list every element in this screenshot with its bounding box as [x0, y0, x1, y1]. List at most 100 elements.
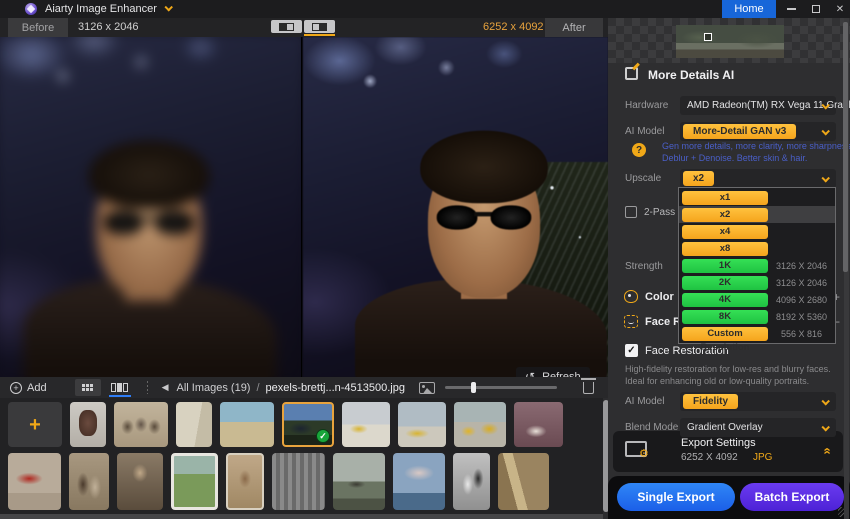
upscale-option-resolution: 8192 X 5360 [775, 311, 828, 322]
minimize-icon [786, 8, 796, 10]
split-view-icon [279, 22, 294, 31]
thumbnail-yellow-trucks[interactable] [454, 402, 506, 447]
thumbnail-size-slider[interactable] [445, 382, 557, 393]
filmstrip-row-1: + ✓ [0, 402, 563, 447]
minimize-button[interactable] [780, 0, 802, 18]
thumbnail-car-plane[interactable] [398, 402, 446, 447]
maximize-button[interactable] [805, 0, 827, 18]
thumbnail-group-sepia[interactable] [114, 402, 168, 447]
plus-icon: + [29, 413, 41, 436]
upscale-label: Upscale [625, 173, 662, 184]
grid-view-icon [82, 384, 94, 391]
app-logo-icon [25, 3, 37, 15]
hardware-select[interactable]: AMD Radeon(TM) RX Vega 11 Graphics [680, 96, 850, 115]
thumbnail-car-grass[interactable]: ✓ [282, 402, 334, 447]
navigator-thumbnail [676, 25, 784, 58]
section-title: More Details AI [648, 68, 735, 82]
thumbnail-white-beetle[interactable] [514, 402, 563, 447]
selected-check-icon: ✓ [316, 429, 330, 443]
image-viewer: ↺ Refresh 169% [0, 37, 608, 377]
help-icon[interactable]: ? [632, 143, 646, 157]
upscale-option-1k[interactable]: 1K 3126 X 2046 [679, 257, 835, 274]
thumbnail-polaroid-field[interactable] [171, 453, 218, 510]
thumbnail-old-couple[interactable] [69, 453, 109, 510]
ai-model-chevron-icon [821, 126, 830, 136]
thumbnail-aerial-road[interactable] [498, 453, 549, 510]
color-label: Color [645, 290, 674, 303]
thumbnail-wedding[interactable] [453, 453, 490, 510]
add-image-tile[interactable]: + [8, 402, 62, 447]
upscale-option-8k[interactable]: 8K 8192 X 5360 [679, 308, 835, 325]
after-tab[interactable]: After [545, 18, 603, 37]
side-by-side-view-button[interactable] [304, 20, 335, 36]
app-menu-chevron-icon[interactable] [164, 2, 173, 12]
before-size: 3126 x 2046 [78, 21, 139, 33]
upscale-option-2k[interactable]: 2K 3126 X 2046 [679, 274, 835, 291]
export-size: 6252 X 4092 [681, 452, 738, 463]
export-settings-card[interactable]: ⚙ Export Settings 6252 X 4092 JPG « [613, 431, 843, 472]
thumbnail-cliff-house[interactable] [333, 453, 385, 510]
compare-bar: Before 3126 x 2046 6252 x 4092 After [0, 18, 608, 37]
toolbar-divider [146, 381, 148, 394]
refresh-button[interactable]: ↺ Refresh [516, 367, 591, 378]
delete-image-icon[interactable] [581, 377, 596, 394]
thumbnail-red-car[interactable] [8, 453, 61, 510]
more-details-icon [625, 67, 638, 80]
upscale-option-resolution: 3126 X 2046 [775, 260, 828, 271]
grid-view-button[interactable] [74, 379, 101, 396]
upscale-option-custom-resolution[interactable]: Custom Resolution 556 X 816 [679, 325, 835, 353]
thumbnail-woman-portrait[interactable] [117, 453, 163, 510]
before-image[interactable] [0, 37, 302, 377]
navigator-crop-indicator[interactable] [704, 33, 712, 41]
refresh-icon: ↺ [525, 369, 536, 378]
filmstrip-horizontal-scrollbar[interactable] [0, 514, 603, 519]
face-restoration-icon [624, 315, 638, 328]
fr-ai-model-select[interactable]: Fidelity [680, 392, 836, 411]
upscale-option-x2[interactable]: x2 [679, 206, 835, 223]
face-restoration-checkbox[interactable]: ✓ [625, 344, 638, 357]
gear-icon: ⚙ [639, 448, 649, 460]
collapse-chevrons-icon[interactable]: « [820, 447, 835, 453]
back-arrow-icon[interactable]: ◀ [162, 382, 169, 393]
thumbnail-size-slider-handle[interactable] [471, 382, 476, 393]
blend-mode-select[interactable]: Gradient Overlay [680, 418, 836, 437]
upscale-option-4k[interactable]: 4K 4096 X 2680 [679, 291, 835, 308]
home-button[interactable]: Home [722, 0, 776, 18]
fr-ai-model-label: AI Model [625, 396, 665, 407]
panel-scrollbar-thumb[interactable] [843, 22, 848, 272]
fr-ai-model-chevron-icon [821, 396, 830, 406]
thumbnail-group-bw[interactable] [272, 453, 325, 510]
upscale-option-x8[interactable]: x8 [679, 240, 835, 257]
navigator-preview[interactable] [608, 18, 850, 63]
before-tab[interactable]: Before [8, 18, 68, 37]
two-pass-checkbox[interactable] [625, 206, 637, 218]
upscale-option-x1[interactable]: x1 [679, 189, 835, 206]
single-export-button[interactable]: Single Export [617, 483, 735, 511]
all-images-breadcrumb[interactable]: All Images (19) [177, 382, 251, 394]
thumbnail-woman-hat[interactable] [226, 453, 264, 510]
after-image[interactable] [303, 37, 608, 377]
thumbnail-clouds-sea[interactable] [393, 453, 445, 510]
upscale-option-pill: 8K [682, 309, 768, 324]
add-label: Add [27, 381, 47, 394]
thumbnail-beach[interactable] [220, 402, 274, 447]
upscale-option-x4[interactable]: x4 [679, 223, 835, 240]
upscale-option-pill: x2 [682, 207, 768, 222]
thumbnail-car-sand[interactable] [342, 402, 390, 447]
upscale-select[interactable]: x2 [680, 169, 836, 188]
batch-export-button[interactable]: Batch Export [740, 483, 844, 511]
thumbnail-old-vertical[interactable] [176, 402, 212, 447]
upscale-option-pill: x8 [682, 241, 768, 256]
panel-scrollbar-track[interactable] [843, 18, 849, 519]
upscale-option-pill: 1K [682, 258, 768, 273]
strip-view-button[interactable] [107, 379, 133, 397]
split-view-button[interactable] [271, 20, 302, 33]
upscale-option-pill: 2K [682, 275, 768, 290]
close-button[interactable]: ✕ [829, 0, 850, 18]
color-section-row[interactable]: Color [624, 290, 674, 303]
add-image-button[interactable]: + Add [10, 381, 47, 394]
upscale-chevron-icon [821, 173, 830, 183]
ai-model-select[interactable]: More-Detail GAN v3 [680, 122, 836, 141]
after-size: 6252 x 4092 [483, 21, 544, 33]
thumbnail-family[interactable] [70, 402, 106, 447]
